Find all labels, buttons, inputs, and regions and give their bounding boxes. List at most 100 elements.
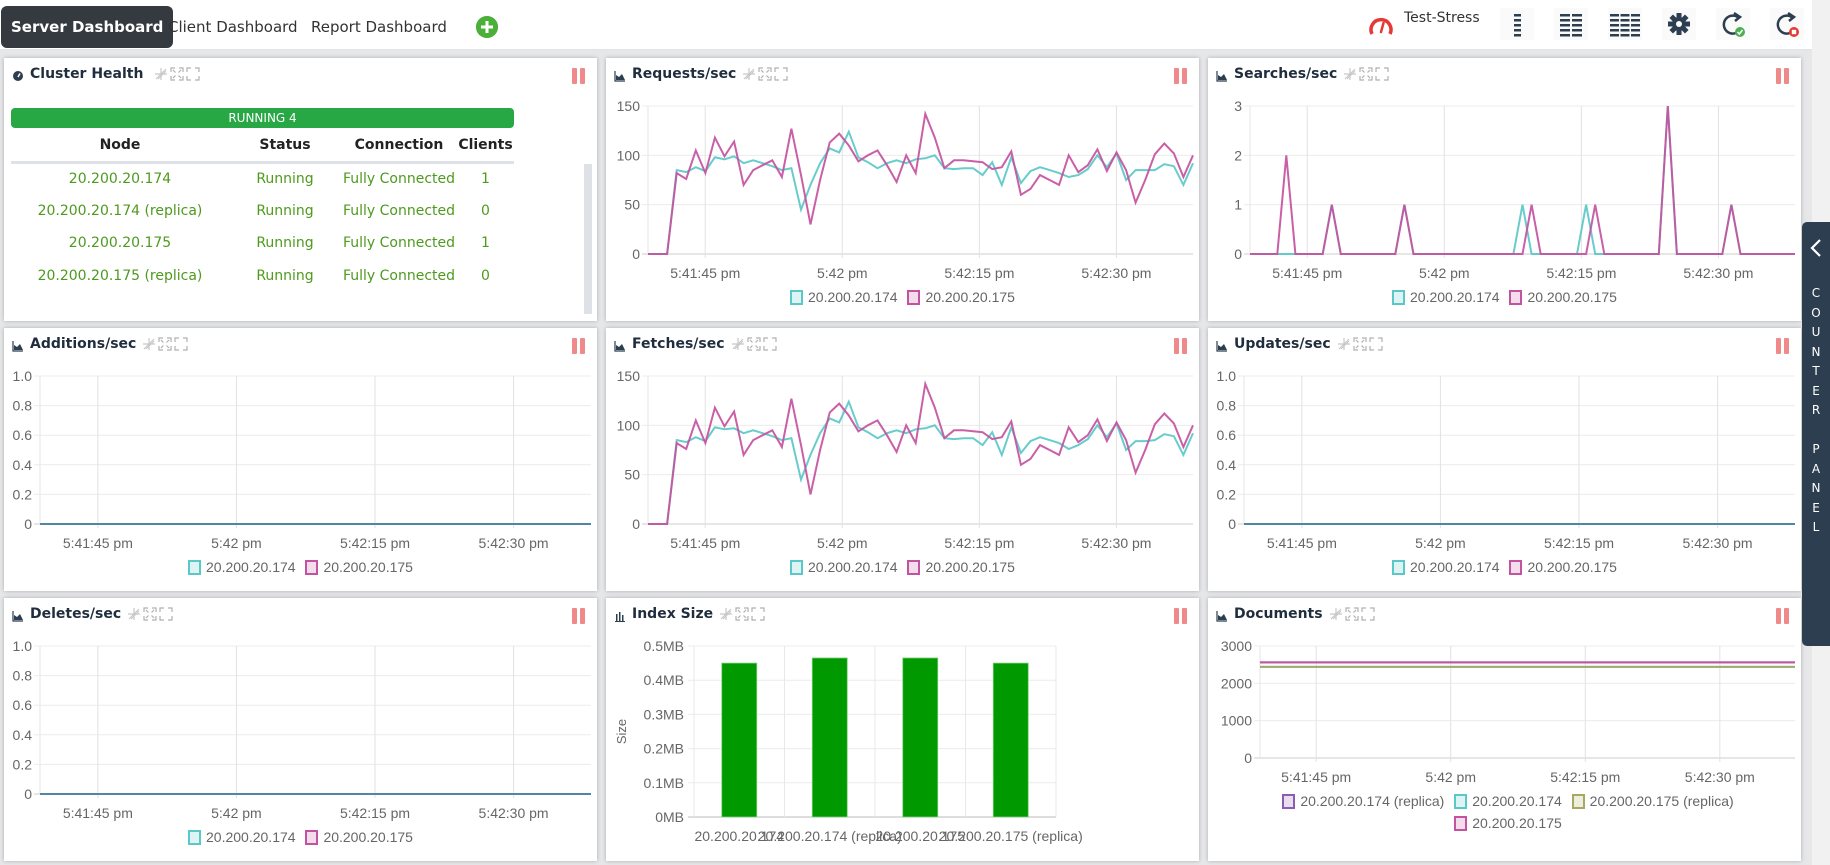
legend-item[interactable]: 20.200.20.174 [188,559,296,575]
tab-client-dashboard[interactable]: Client Dashboard [158,6,308,48]
tab-server-dashboard[interactable]: Server Dashboard [1,6,174,48]
expand-icon[interactable] [1359,67,1373,81]
fullscreen-icon[interactable] [751,607,765,621]
expand-icon[interactable] [758,67,772,81]
legend-item[interactable]: 20.200.20.174 [790,559,898,575]
pause-button[interactable] [1775,608,1791,626]
panel-header: Deletes/sec [12,606,175,626]
additions-per-sec-panel: Additions/sec 0 0.2 0.4 0.6 0.8 1.0 5:41:45 pm 5… [4,328,597,591]
toggle-auto-scale-icon[interactable] [719,607,733,621]
legend-label: 20.200.20.175 [323,559,413,575]
profile-name[interactable]: Test-Stress [1404,10,1480,26]
legend-item[interactable]: 20.200.20.174 [188,829,296,845]
pause-button[interactable] [1173,338,1189,356]
pause-button[interactable] [571,338,587,356]
legend-item[interactable]: 20.200.20.175 [907,559,1015,575]
toggle-auto-scale-icon[interactable] [142,337,156,351]
legend-label: 20.200.20.174 [808,289,898,305]
add-dashboard-button[interactable] [476,16,498,38]
expand-icon[interactable] [143,607,157,621]
fullscreen-icon[interactable] [762,337,777,351]
connection-cell: Fully Connected [342,235,456,252]
bar-20-200-20-175[interactable] [902,657,939,818]
pause-button[interactable] [1173,608,1189,626]
column-header-connection[interactable]: Connection [341,130,457,164]
deletes-per-sec-panel: Deletes/sec 0 0.2 0.4 0.6 0.8 1.0 5:41:45 pm 5:4… [4,598,597,861]
speedometer-icon[interactable] [1367,9,1395,43]
bar-20-200-20-174-replica-[interactable] [811,657,848,818]
refresh-start-button[interactable] [1716,8,1750,40]
series-line-20-200-20-174[interactable] [648,399,1194,525]
refresh-stop-button[interactable] [1770,8,1804,40]
fullscreen-icon[interactable] [159,607,173,621]
panel-header: Searches/sec [1216,66,1391,86]
legend-swatch [1509,560,1523,575]
layout-1-column-button[interactable] [1500,8,1534,40]
toggle-auto-scale-icon[interactable] [742,67,756,81]
legend-item[interactable]: 20.200.20.175 [1509,289,1617,305]
expand-icon[interactable] [1353,337,1367,351]
fullscreen-icon[interactable] [174,337,188,351]
pause-button[interactable] [1775,338,1791,356]
searches-per-sec-panel: Searches/sec 0 1 2 3 5:41:45 pm 5:42 pm 5:42:15… [1208,58,1801,321]
bar-20-200-20-174[interactable] [721,662,758,818]
area-chart-icon [1216,71,1227,82]
bar-20-200-20-175-replica-[interactable] [992,662,1029,818]
fullscreen-icon[interactable] [1375,67,1389,81]
series-line-20-200-20-175[interactable] [1250,105,1795,255]
legend-item[interactable]: 20.200.20.175 [305,829,413,845]
legend-item[interactable]: 20.200.20.174 (replica) [1282,793,1444,809]
series-line-20-200-20-174[interactable] [648,129,1194,255]
layout-3-columns-button[interactable] [1608,8,1642,40]
settings-button[interactable] [1662,8,1696,40]
table-scrollbar[interactable] [584,164,592,314]
legend-item[interactable]: 20.200.20.175 (replica) [1571,793,1734,809]
table-row[interactable]: 20.200.20.174 (replica) Running Fully Co… [11,195,514,228]
legend-label: 20.200.20.174 [1410,559,1500,575]
toggle-auto-scale-icon[interactable] [127,607,141,621]
expand-icon[interactable] [735,607,749,621]
legend-item[interactable]: 20.200.20.174 [1392,289,1500,305]
toggle-auto-scale-icon[interactable] [154,67,168,81]
x-tick-label: 5:42:15 pm [944,265,1014,281]
legend-item[interactable]: 20.200.20.175 [907,289,1015,305]
fullscreen-icon[interactable] [186,67,200,81]
fullscreen-icon[interactable] [774,67,788,81]
pause-button[interactable] [571,68,587,86]
toggle-auto-scale-icon[interactable] [1329,607,1343,621]
expand-icon[interactable] [746,337,761,351]
series-line-20-200-20-175[interactable] [648,110,1194,255]
layout-2-columns-button[interactable] [1554,8,1588,40]
fullscreen-icon[interactable] [1369,337,1383,351]
pause-button[interactable] [1173,68,1189,86]
tab-report-dashboard[interactable]: Report Dashboard [301,6,457,48]
pause-button[interactable] [571,608,587,626]
table-row[interactable]: 20.200.20.175 (replica) Running Fully Co… [11,260,514,293]
series-line-20-200-20-174[interactable] [1250,105,1795,255]
expand-icon[interactable] [158,337,172,351]
series-line-20-200-20-175[interactable] [648,380,1194,525]
y-tick-label: 0 [24,516,32,532]
legend-item[interactable]: 20.200.20.175 [305,559,413,575]
legend-swatch [305,560,319,575]
legend-swatch [1509,290,1523,305]
table-row[interactable]: 20.200.20.175 Running Fully Connected 1 [11,227,514,260]
counter-panel-toggle[interactable]: COUNTER PANEL [1802,222,1830,646]
legend-item[interactable]: 20.200.20.174 [1392,559,1500,575]
toggle-auto-scale-icon[interactable] [1337,337,1351,351]
column-header-status[interactable]: Status [229,130,341,164]
pause-button[interactable] [1775,68,1791,86]
fullscreen-icon[interactable] [1360,607,1375,621]
column-header-clients[interactable]: Clients [457,130,514,164]
toggle-auto-scale-icon[interactable] [1343,67,1357,81]
expand-icon[interactable] [170,67,184,81]
expand-icon[interactable] [1344,607,1359,621]
requests-per-sec-panel: Requests/sec 0 50 100 150 5:41:45 pm 5:42 pm 5:… [606,58,1199,321]
toggle-auto-scale-icon[interactable] [731,337,745,351]
column-header-node[interactable]: Node [11,130,229,164]
legend-item[interactable]: 20.200.20.175 [1454,815,1562,831]
legend-item[interactable]: 20.200.20.175 [1509,559,1617,575]
legend-item[interactable]: 20.200.20.174 [790,289,898,305]
table-row[interactable]: 20.200.20.174 Running Fully Connected 1 [11,162,514,195]
legend-item[interactable]: 20.200.20.174 [1454,793,1562,809]
